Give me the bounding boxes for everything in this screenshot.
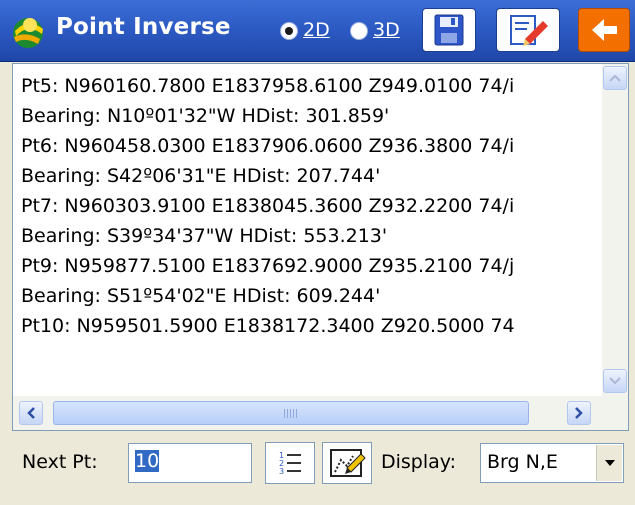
results-text-area[interactable]: Pt5: N960160.7800 E1837958.6100 Z949.010… [12, 63, 629, 431]
scroll-up-button[interactable] [603, 66, 627, 90]
result-line: Bearing: S39º34'37"W HDist: 553.213' [21, 225, 388, 247]
bottom-toolbar: Next Pt: 10 1 2 3 Display: Brg N,E [0, 432, 635, 505]
mode-2d-label[interactable]: 2D [303, 19, 330, 41]
app-title: Point Inverse [56, 14, 231, 40]
chevron-up-icon [609, 74, 621, 82]
display-label: Display: [381, 451, 457, 473]
mode-2d-radio[interactable] [280, 22, 298, 40]
chevron-right-icon [575, 407, 583, 419]
display-select-value: Brg N,E [487, 451, 558, 473]
arrow-left-icon [592, 19, 617, 41]
numbered-list-icon: 1 2 3 [279, 451, 301, 476]
scroll-right-button[interactable] [567, 401, 591, 425]
next-pt-value: 10 [135, 450, 160, 472]
floppy-disk-icon [434, 14, 464, 46]
scroll-grip-icon [284, 409, 298, 418]
result-line: Bearing: N10º01'32"W HDist: 301.859' [21, 105, 390, 127]
svg-text:3: 3 [279, 467, 284, 476]
result-line: Pt9: N959877.5100 E1837692.9000 Z935.210… [21, 255, 515, 277]
chevron-left-icon [27, 407, 35, 419]
dropdown-arrow-icon[interactable] [596, 445, 622, 481]
results-lines: Pt5: N960160.7800 E1837958.6100 Z949.010… [21, 72, 601, 392]
edit-notes-button[interactable] [496, 8, 560, 52]
scroll-left-button[interactable] [19, 401, 43, 425]
back-button[interactable] [578, 8, 630, 52]
next-pt-label: Next Pt: [22, 451, 98, 473]
scroll-thumb[interactable] [53, 401, 529, 425]
point-list-button[interactable]: 1 2 3 [265, 442, 315, 484]
result-line: Pt5: N960160.7800 E1837958.6100 Z949.010… [21, 75, 515, 97]
mode-3d-radio[interactable] [350, 22, 368, 40]
map-select-button[interactable] [322, 442, 372, 484]
save-button[interactable] [422, 8, 476, 52]
app-logo-icon [13, 18, 43, 48]
result-line: Pt10: N959501.5900 E1838172.3400 Z920.50… [21, 315, 515, 337]
result-line: Bearing: S51º54'02"E HDist: 609.244' [21, 285, 381, 307]
chevron-down-icon [609, 377, 621, 385]
next-pt-input[interactable]: 10 [128, 443, 252, 483]
mode-3d-label[interactable]: 3D [373, 19, 400, 41]
result-line: Pt6: N960458.0300 E1837906.0600 Z936.380… [21, 135, 515, 157]
pencil-note-icon [510, 15, 548, 46]
vertical-scrollbar[interactable] [602, 64, 628, 397]
map-pick-icon [330, 449, 366, 477]
display-select[interactable]: Brg N,E [480, 443, 624, 483]
result-line: Pt7: N960303.9100 E1838045.3600 Z932.220… [21, 195, 515, 217]
title-bar: Point Inverse 2D 3D [0, 0, 635, 62]
scroll-down-button[interactable] [603, 369, 627, 393]
result-line: Bearing: S42º06'31"E HDist: 207.744' [21, 165, 381, 187]
horizontal-scrollbar[interactable] [13, 396, 628, 430]
